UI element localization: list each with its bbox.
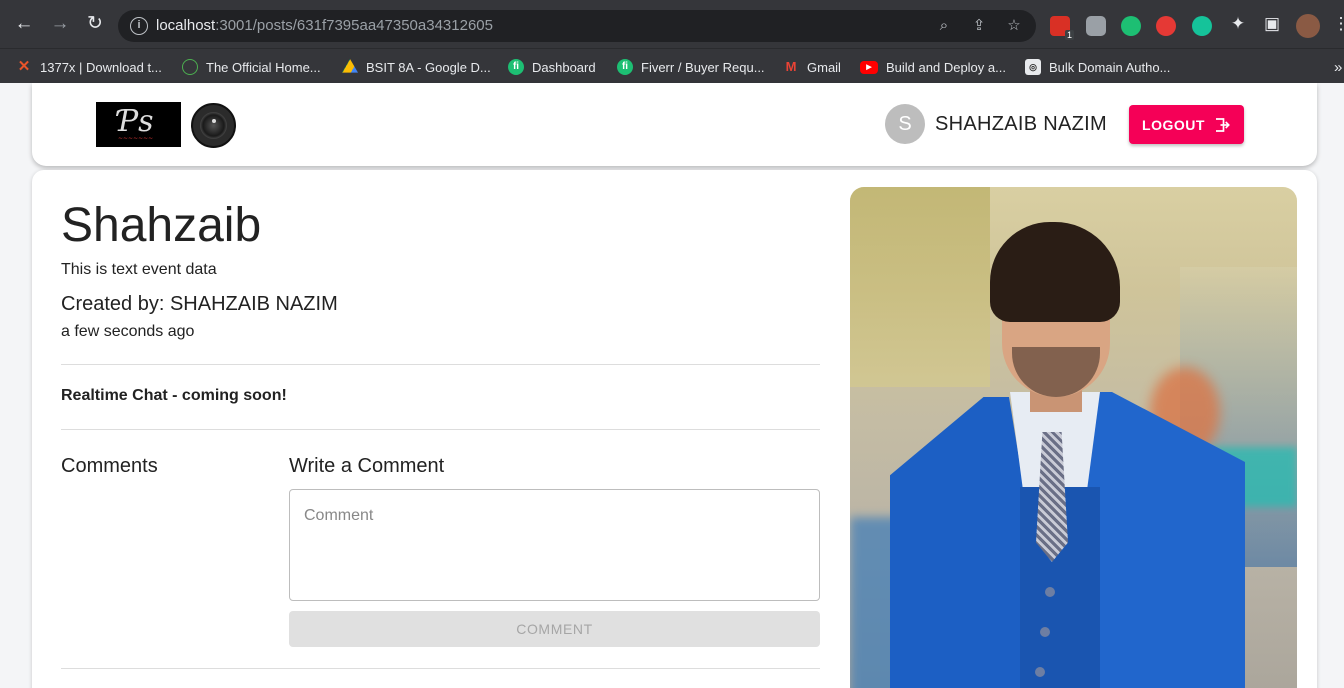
- bookmark-item[interactable]: ◎ Bulk Domain Autho...: [1025, 57, 1170, 77]
- post-image: [850, 187, 1297, 688]
- bookmark-item[interactable]: BSIT 8A - Google D...: [342, 57, 491, 77]
- divider: [61, 364, 820, 365]
- bookmarks-bar: ✕ 1377x | Download t... The Official Home…: [0, 48, 1344, 83]
- comment-submit-button[interactable]: COMMENT: [289, 611, 820, 647]
- post-description: This is text event data: [61, 261, 217, 278]
- bookmark-item[interactable]: fi Fiverr / Buyer Requ...: [617, 57, 765, 77]
- bookmarks-overflow-button[interactable]: »: [1334, 57, 1342, 77]
- chat-coming-soon-note: Realtime Chat - coming soon!: [61, 387, 287, 404]
- browser-toolbar: ← → ↻ i localhost:3001/posts/631f7395aa4…: [0, 0, 1344, 48]
- site-icon: [182, 59, 198, 75]
- extension-camera-icon[interactable]: [1086, 16, 1106, 36]
- forward-icon[interactable]: →: [49, 13, 71, 35]
- bookmark-item[interactable]: ▶ Build and Deploy a...: [860, 57, 1006, 77]
- logout-icon: [1215, 117, 1230, 132]
- extension-adblock-icon[interactable]: [1156, 16, 1176, 36]
- extension-fiverr-icon[interactable]: [1121, 16, 1141, 36]
- reload-icon[interactable]: ↻: [84, 13, 106, 35]
- url-text[interactable]: localhost:3001/posts/631f7395aa47350a343…: [156, 17, 493, 34]
- post-card: Shahzaib This is text event data Created…: [32, 170, 1317, 688]
- app-header: Ƥs ~~~~~~~ S SHAHZAIB NAZIM LOGOUT: [32, 83, 1317, 166]
- logout-button[interactable]: LOGOUT: [1129, 105, 1244, 144]
- share-icon[interactable]: ⇪: [969, 16, 989, 36]
- comments-heading: Comments: [61, 455, 158, 477]
- write-comment-heading: Write a Comment: [289, 455, 445, 477]
- camera-lens-icon[interactable]: [191, 103, 236, 148]
- divider: [61, 668, 820, 669]
- domain-icon: ◎: [1025, 59, 1041, 75]
- site-info-icon[interactable]: i: [130, 17, 148, 35]
- profile-avatar-icon[interactable]: [1296, 14, 1320, 38]
- side-panel-icon[interactable]: ▣: [1261, 13, 1283, 35]
- extensions-puzzle-icon[interactable]: ✦: [1227, 13, 1249, 35]
- back-icon[interactable]: ←: [13, 13, 35, 35]
- logo-monogram: Ƥs: [118, 104, 154, 139]
- zoom-icon[interactable]: ⌕: [934, 16, 954, 36]
- youtube-icon: ▶: [860, 60, 878, 74]
- extension-calendar-icon[interactable]: 1: [1050, 16, 1074, 40]
- brand-logo[interactable]: Ƥs ~~~~~~~: [96, 102, 181, 147]
- x-icon: ✕: [17, 58, 31, 75]
- post-timestamp: a few seconds ago: [61, 323, 195, 340]
- divider: [61, 429, 820, 430]
- bookmark-item[interactable]: ✕ 1377x | Download t...: [16, 57, 162, 77]
- bookmark-star-icon[interactable]: ☆: [1004, 16, 1024, 36]
- logo-signature: ~~~~~~~: [118, 135, 154, 142]
- bookmark-item[interactable]: fi Dashboard: [508, 57, 596, 77]
- comment-input[interactable]: [289, 489, 820, 601]
- bookmark-item[interactable]: M Gmail: [783, 57, 841, 77]
- gmail-icon: M: [785, 59, 797, 74]
- header-username: SHAHZAIB NAZIM: [935, 113, 1107, 135]
- bookmark-item[interactable]: The Official Home...: [182, 57, 321, 77]
- post-title: Shahzaib: [61, 199, 262, 252]
- fiverr-icon: fi: [508, 59, 524, 75]
- menu-kebab-icon[interactable]: ⋮: [1330, 13, 1344, 35]
- post-creator: Created by: SHAHZAIB NAZIM: [61, 293, 338, 315]
- address-bar[interactable]: i localhost:3001/posts/631f7395aa47350a3…: [118, 10, 1036, 42]
- drive-icon: [342, 59, 358, 73]
- browser-chrome: ← → ↻ i localhost:3001/posts/631f7395aa4…: [0, 0, 1344, 83]
- fiverr-icon: fi: [617, 59, 633, 75]
- avatar: S: [885, 104, 925, 144]
- extension-grammarly-icon[interactable]: [1192, 16, 1212, 36]
